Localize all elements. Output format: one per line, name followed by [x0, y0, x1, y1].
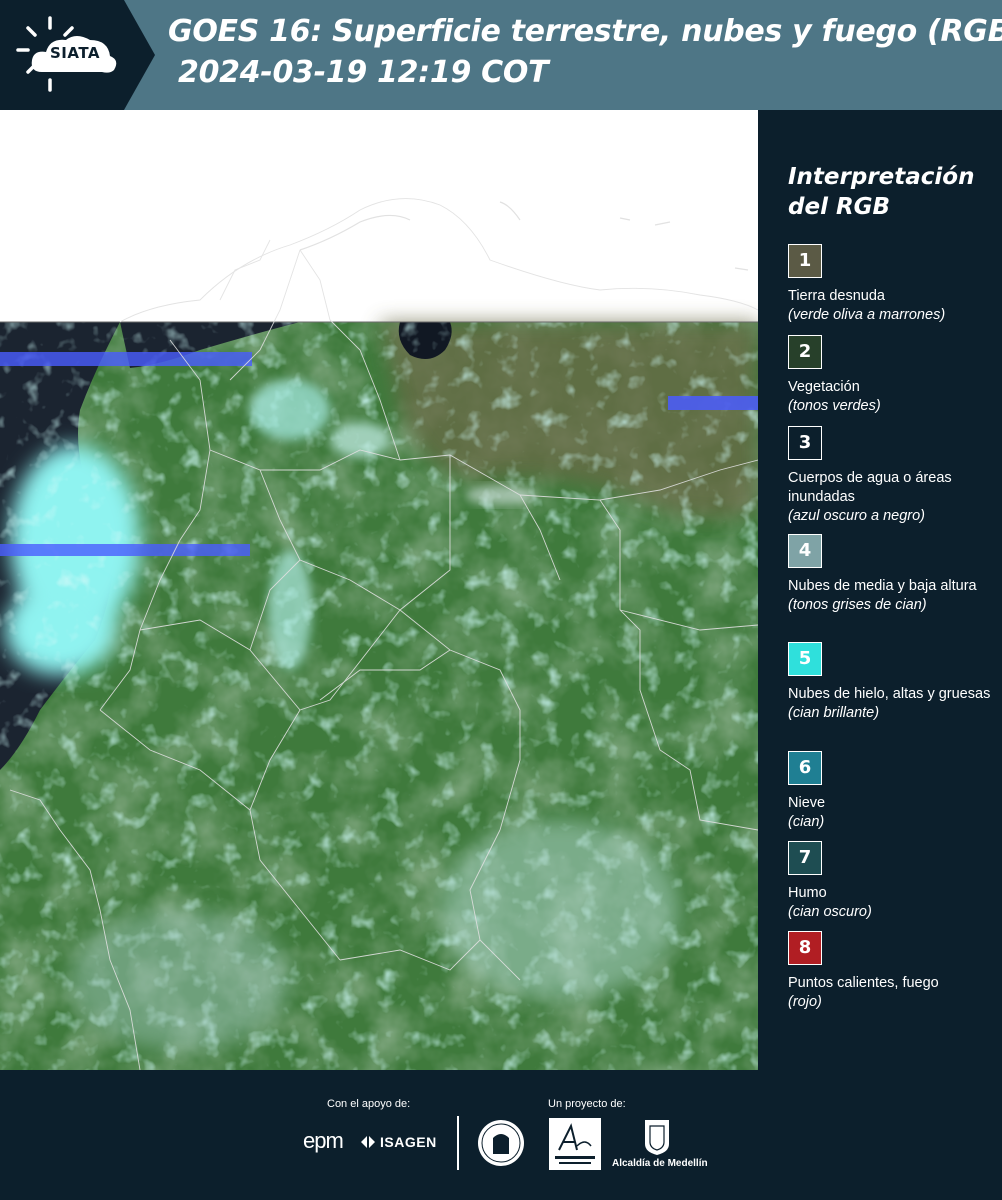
header: SIATA GOES 16: Superficie terrestre, nub…	[0, 0, 1002, 110]
legend-item-smoke: 7 Humo (cian oscuro)	[788, 841, 998, 922]
siata-logo[interactable]: SIATA	[0, 0, 155, 110]
legend-label: Nubes de hielo, altas y gruesas	[788, 686, 991, 702]
project-label: Un proyecto de:	[548, 1098, 626, 1110]
page-title: GOES 16: Superficie terrestre, nubes y f…	[168, 14, 1002, 49]
legend-label: Humo	[788, 885, 827, 901]
satellite-image[interactable]	[0, 110, 758, 1070]
legend-note: (tonos verdes)	[788, 398, 881, 414]
legend-swatch: 8	[788, 931, 822, 965]
footer-divider	[457, 1116, 459, 1170]
university-seal-icon[interactable]	[476, 1118, 526, 1168]
legend-title: Interpretación del RGB	[788, 164, 975, 220]
alcaldia-shield-icon[interactable]	[643, 1118, 671, 1156]
legend-note: (verde oliva a marrones)	[788, 307, 946, 323]
legend-note: (tonos grises de cian)	[788, 597, 927, 613]
legend-note: (cian brillante)	[788, 705, 880, 721]
legend-item-snow: 6 Nieve (cian)	[788, 751, 998, 832]
isagen-icon	[361, 1136, 375, 1148]
legend-label: Puntos calientes, fuego	[788, 975, 939, 991]
legend-swatch: 3	[788, 426, 822, 460]
legend-note: (cian oscuro)	[788, 904, 872, 920]
legend-item-fire: 8 Puntos calientes, fuego (rojo)	[788, 931, 998, 1012]
legend: Interpretación del RGB 1 Tierra desnuda …	[758, 110, 1002, 1070]
legend-swatch: 4	[788, 534, 822, 568]
legend-swatch: 5	[788, 642, 822, 676]
footer: Con el apoyo de: Un proyecto de: epm ISA…	[0, 1070, 1002, 1200]
legend-label: Vegetación	[788, 379, 860, 395]
legend-label: Cuerpos de agua o áreas inundadas	[788, 470, 952, 505]
timestamp: 2024-03-19 12:19 COT	[178, 55, 549, 90]
legend-note: (cian)	[788, 814, 825, 830]
alcaldia-label[interactable]: Alcaldía de Medellín	[612, 1158, 708, 1169]
legend-swatch: 1	[788, 244, 822, 278]
artifact-band	[0, 352, 252, 366]
satellite-map	[0, 110, 758, 1070]
area-metropolitana-logo[interactable]	[549, 1118, 601, 1170]
legend-note: (azul oscuro a negro)	[788, 508, 926, 524]
legend-item-bare-land: 1 Tierra desnuda (verde oliva a marrones…	[788, 244, 998, 325]
support-label: Con el apoyo de:	[327, 1098, 411, 1110]
legend-label: Nubes de media y baja altura	[788, 578, 977, 594]
legend-label: Tierra desnuda	[788, 288, 885, 304]
legend-item-mid-low-clouds: 4 Nubes de media y baja altura (tonos gr…	[788, 534, 998, 615]
legend-swatch: 2	[788, 335, 822, 369]
legend-item-vegetation: 2 Vegetación (tonos verdes)	[788, 335, 998, 416]
logo-text: SIATA	[50, 44, 101, 62]
legend-swatch: 7	[788, 841, 822, 875]
isagen-logo[interactable]: ISAGEN	[380, 1134, 437, 1150]
legend-label: Nieve	[788, 795, 826, 811]
legend-item-ice-clouds: 5 Nubes de hielo, altas y gruesas (cian …	[788, 642, 998, 723]
epm-logo[interactable]: epm	[303, 1128, 344, 1154]
legend-item-water: 3 Cuerpos de agua o áreas inundadas (azu…	[788, 426, 998, 526]
legend-note: (rojo)	[788, 994, 822, 1010]
legend-swatch: 6	[788, 751, 822, 785]
